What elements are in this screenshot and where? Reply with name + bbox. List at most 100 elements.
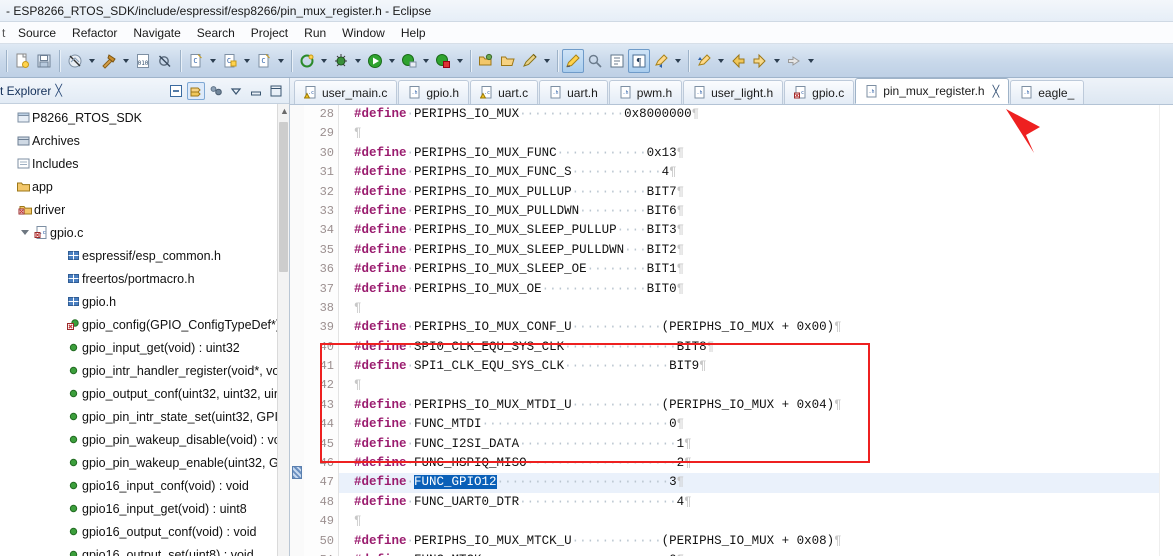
close-icon[interactable]: ╳ bbox=[993, 85, 1000, 98]
pencil-edit-icon[interactable] bbox=[519, 49, 541, 73]
editor-tab-pin-mux-register-h[interactable]: .h pin_mux_register.h ╳ bbox=[855, 78, 1010, 104]
chevron-down-icon[interactable] bbox=[715, 49, 727, 73]
code-line[interactable]: #define·FUNC_MTCK·······················… bbox=[339, 551, 1159, 556]
code-line[interactable]: #define·PERIPHS_IO_MUX··············0x80… bbox=[339, 105, 1159, 124]
menu-item-run[interactable]: Run bbox=[296, 24, 334, 42]
explorer-scrollbar[interactable]: ▲ bbox=[277, 104, 289, 556]
search-ref-icon[interactable] bbox=[584, 49, 606, 73]
open-folder-icon[interactable] bbox=[475, 49, 497, 73]
scroll-up-icon[interactable]: ▲ bbox=[280, 106, 289, 116]
editor-tab-eagle-[interactable]: .h eagle_ bbox=[1010, 80, 1085, 104]
save-icon[interactable] bbox=[33, 49, 55, 73]
tree-item[interactable]: gpio_output_conf(uint32, uint32, uint bbox=[0, 382, 289, 405]
code-line[interactable]: #define·PERIPHS_IO_MUX_MTDI_U···········… bbox=[339, 396, 1159, 415]
editor-tab-pwm-h[interactable]: .h pwm.h bbox=[608, 80, 683, 104]
code-line[interactable]: #define·PERIPHS_IO_MUX_CONF_U···········… bbox=[339, 318, 1159, 337]
chevron-down-icon[interactable] bbox=[771, 49, 783, 73]
new-class-icon[interactable]: C bbox=[219, 49, 241, 73]
tree-item[interactable]: gpio16_output_conf(void) : void bbox=[0, 520, 289, 543]
tree-item[interactable]: gpio_pin_intr_state_set(uint32, GPIO_ bbox=[0, 405, 289, 428]
open-resource-icon[interactable] bbox=[497, 49, 519, 73]
code-line[interactable]: #define·FUNC_GPIO12·····················… bbox=[339, 473, 1159, 493]
chevron-down-icon[interactable] bbox=[120, 49, 132, 73]
editor-marker-column[interactable] bbox=[290, 105, 304, 556]
editor-tab-user-main-c[interactable]: .c user_main.c bbox=[294, 80, 398, 104]
run-icon[interactable] bbox=[364, 49, 386, 73]
collapse-all-icon[interactable] bbox=[167, 82, 185, 100]
code-line[interactable]: ¶ bbox=[339, 376, 1159, 395]
tree-item[interactable]: driver bbox=[0, 198, 289, 221]
highlight-marker-icon[interactable] bbox=[562, 48, 584, 73]
menu-item-search[interactable]: Search bbox=[189, 24, 243, 42]
code-line[interactable]: #define·FUNC_MTDI·······················… bbox=[339, 415, 1159, 434]
code-line[interactable]: ¶ bbox=[339, 124, 1159, 143]
build-hammer-icon[interactable] bbox=[98, 49, 120, 73]
code-line[interactable]: #define·PERIPHS_IO_MUX_PULLDWN·········B… bbox=[339, 202, 1159, 221]
chevron-down-icon[interactable] bbox=[241, 49, 253, 73]
back-navigate-icon[interactable] bbox=[727, 49, 749, 73]
tree-item[interactable]: app bbox=[0, 175, 289, 198]
chevron-down-icon[interactable] bbox=[672, 49, 684, 73]
run-external-tools-icon[interactable] bbox=[296, 49, 318, 73]
code-line[interactable]: #define·FUNC_UART0_DTR··················… bbox=[339, 493, 1159, 512]
skip-breakpoints-icon[interactable] bbox=[154, 49, 176, 73]
chevron-down-icon[interactable] bbox=[275, 49, 287, 73]
editor-tab-uart-h[interactable]: .h uart.h bbox=[539, 80, 608, 104]
tree-item[interactable]: P8266_RTOS_SDK bbox=[0, 106, 289, 129]
menu-item-refactor[interactable]: Refactor bbox=[64, 24, 125, 42]
maximize-view-icon[interactable] bbox=[267, 82, 285, 100]
code-line[interactable]: #define·FUNC_I2SI_DATA··················… bbox=[339, 435, 1159, 454]
code-line[interactable]: #define·PERIPHS_IO_MUX_FUNC_S···········… bbox=[339, 163, 1159, 182]
new-wizard-icon[interactable] bbox=[11, 49, 33, 73]
last-edit-location-icon[interactable] bbox=[650, 49, 672, 73]
editor-tab-uart-c[interactable]: .c uart.c bbox=[470, 80, 539, 104]
next-annotation-icon[interactable] bbox=[693, 49, 715, 73]
tree-item[interactable]: gpio_pin_wakeup_disable(void) : voi bbox=[0, 428, 289, 451]
minimize-view-icon[interactable] bbox=[247, 82, 265, 100]
show-whitespace-icon[interactable]: ¶ bbox=[628, 48, 650, 73]
link-with-editor-icon[interactable] bbox=[187, 81, 205, 100]
chevron-down-icon[interactable] bbox=[86, 49, 98, 73]
editor-tab-gpio-c[interactable]: .c gpio.c bbox=[784, 80, 855, 104]
chevron-down-icon[interactable] bbox=[454, 49, 466, 73]
tree-item[interactable]: gpio.h bbox=[0, 290, 289, 313]
tree-item[interactable]: gpio_pin_wakeup_enable(uint32, GP bbox=[0, 451, 289, 474]
chevron-down-icon[interactable] bbox=[386, 49, 398, 73]
chevron-down-icon[interactable] bbox=[18, 230, 32, 235]
forward-arrow-icon[interactable] bbox=[783, 49, 805, 73]
code-line[interactable]: ¶ bbox=[339, 512, 1159, 531]
binary-icon[interactable]: 010 bbox=[132, 49, 154, 73]
close-icon[interactable]: ╳ bbox=[55, 84, 62, 97]
chevron-down-icon[interactable] bbox=[352, 49, 364, 73]
code-line[interactable]: #define·PERIPHS_IO_MUX_OE··············B… bbox=[339, 280, 1159, 299]
coverage-icon[interactable] bbox=[432, 49, 454, 73]
tree-item[interactable]: Archives bbox=[0, 129, 289, 152]
tree-item[interactable]: gpio_input_get(void) : uint32 bbox=[0, 336, 289, 359]
editor-tab-gpio-h[interactable]: .h gpio.h bbox=[398, 80, 470, 104]
chevron-down-icon[interactable] bbox=[541, 49, 553, 73]
menu-item-source[interactable]: Source bbox=[10, 24, 64, 42]
menu-item-window[interactable]: Window bbox=[334, 24, 393, 42]
tree-item[interactable]: Includes bbox=[0, 152, 289, 175]
debug-bug-icon[interactable] bbox=[330, 49, 352, 73]
menu-item-navigate[interactable]: Navigate bbox=[125, 24, 188, 42]
tree-item[interactable]: gpio_intr_handler_register(void*, voi bbox=[0, 359, 289, 382]
menu-item-project[interactable]: Project bbox=[243, 24, 296, 42]
tree-item[interactable]: gpio16_output_set(uint8) : void bbox=[0, 543, 289, 556]
view-menu-icon[interactable] bbox=[227, 82, 245, 100]
chevron-down-icon[interactable] bbox=[420, 49, 432, 73]
menu-item-help[interactable]: Help bbox=[393, 24, 434, 42]
tree-item[interactable]: espressif/esp_common.h bbox=[0, 244, 289, 267]
tree-item[interactable]: gpio16_input_get(void) : uint8 bbox=[0, 497, 289, 520]
build-all-icon[interactable] bbox=[64, 49, 86, 73]
forward-navigate-icon[interactable] bbox=[749, 49, 771, 73]
code-line[interactable]: #define·PERIPHS_IO_MUX_SLEEP_PULLUP····B… bbox=[339, 221, 1159, 240]
view-filter-icon[interactable] bbox=[207, 82, 225, 100]
code-line[interactable]: #define·FUNC_HSPIQ_MISO·················… bbox=[339, 454, 1159, 473]
profile-icon[interactable] bbox=[398, 49, 420, 73]
tree-item[interactable]: freertos/portmacro.h bbox=[0, 267, 289, 290]
chevron-down-icon[interactable] bbox=[805, 49, 817, 73]
code-text[interactable]: #define·PERIPHS_IO_MUX··············0x80… bbox=[339, 105, 1159, 556]
code-line[interactable]: #define·PERIPHS_IO_MUX_SLEEP_OE········B… bbox=[339, 260, 1159, 279]
tree-item[interactable]: gpio_config(GPIO_ConfigTypeDef*) bbox=[0, 313, 289, 336]
